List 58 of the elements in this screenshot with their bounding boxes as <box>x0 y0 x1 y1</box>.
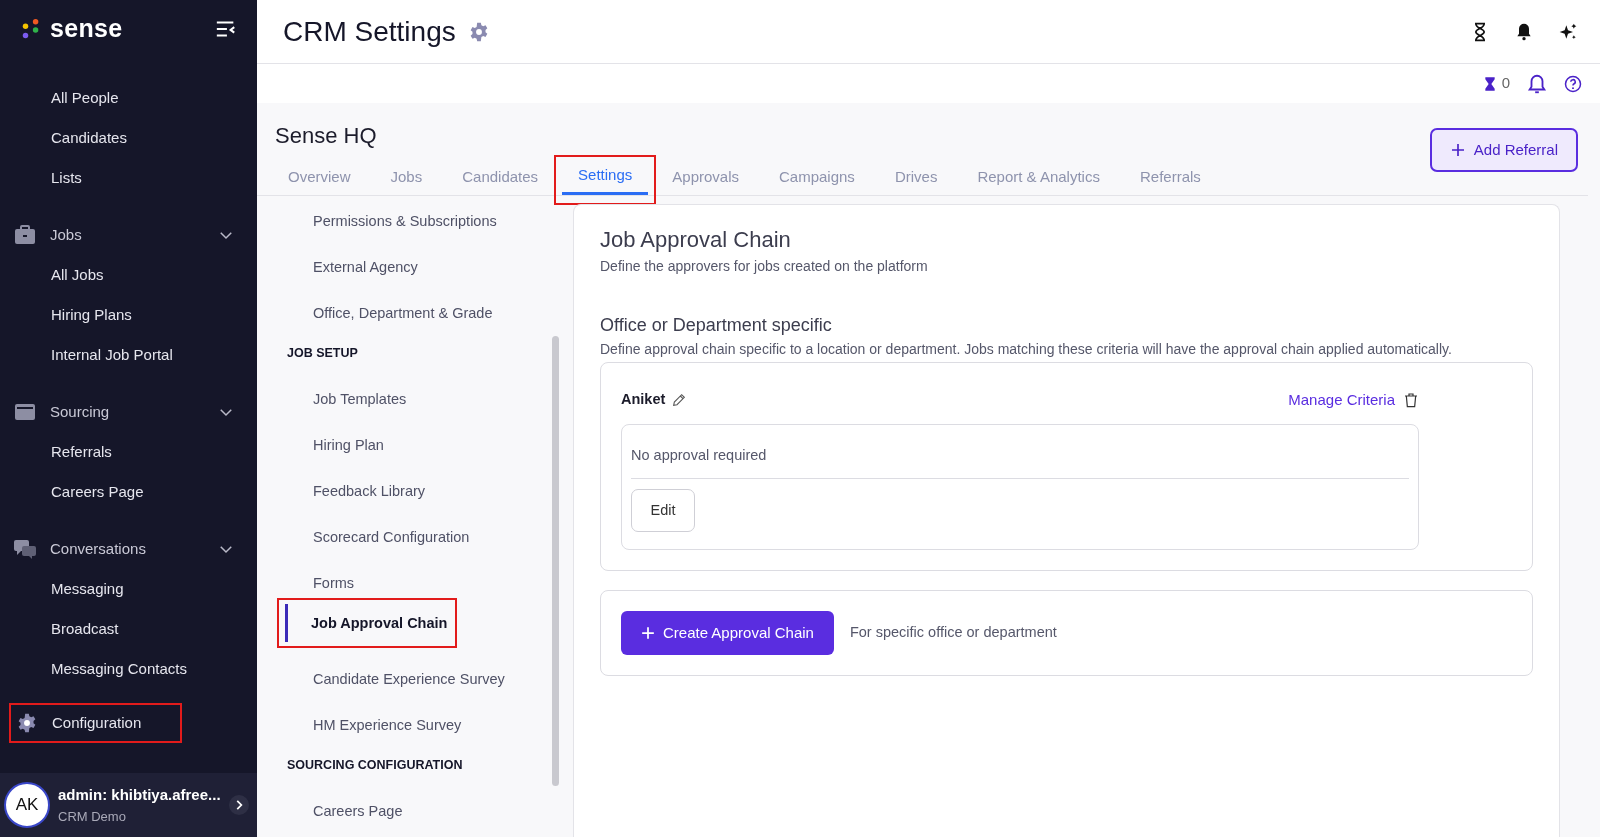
pending-count: 0 <box>1501 73 1510 94</box>
sidebar-group[interactable]: Jobs <box>0 215 257 255</box>
edit-button[interactable]: Edit <box>631 489 695 533</box>
settings-menu-item[interactable]: Candidate Experience Survey <box>287 656 505 702</box>
tab[interactable]: Settings <box>562 159 649 195</box>
gear-icon <box>16 712 38 734</box>
sidebar-item[interactable]: Messaging Contacts <box>0 649 257 689</box>
help-icon[interactable] <box>1564 74 1582 93</box>
settings-menu-item[interactable]: External Agency <box>287 244 418 290</box>
manage-criteria-link[interactable]: Manage Criteria <box>1288 389 1395 412</box>
trash-icon[interactable] <box>1403 392 1419 409</box>
section-title: Job Approval Chain <box>600 226 792 254</box>
brand-name: sense <box>50 13 123 45</box>
settings-menu-item[interactable]: Permissions & Subscriptions <box>287 198 497 244</box>
plus-icon <box>1449 142 1466 158</box>
sidebar-item[interactable]: Careers Page <box>0 472 257 512</box>
sidebar-group[interactable]: Sourcing <box>0 392 257 432</box>
settings-menu-item[interactable]: Job Templates <box>287 376 407 422</box>
add-referral-button[interactable]: Add Referral <box>1429 128 1578 172</box>
settings-menu-item[interactable]: HM Experience Survey <box>287 702 462 748</box>
sidebar-item[interactable]: Hiring Plans <box>0 295 257 335</box>
settings-menu-item[interactable]: Office, Department & Grade <box>287 290 493 336</box>
organization-name: CRM Demo <box>58 807 127 826</box>
settings-menu-item[interactable]: Hiring Plan <box>287 422 384 468</box>
settings-menu-item[interactable]: Careers Page <box>287 788 403 834</box>
sidebar-item[interactable]: Internal Job Portal <box>0 335 257 375</box>
sidebar-item[interactable]: Referrals <box>0 432 257 472</box>
section-heading: JOB SETUP <box>287 345 359 362</box>
section-description: Define the approvers for jobs created on the platform <box>600 257 929 276</box>
subsection-title: Office or Department specific <box>600 314 833 337</box>
workspace-title: Sense HQ <box>274 122 377 150</box>
plus-icon <box>641 626 655 641</box>
sidebar-item[interactable]: Messaging <box>0 569 257 609</box>
subsection-description: Define approval chain specific to a location or department. Jobs matching these criteria will have the approval chain applied automatically. <box>600 340 1453 359</box>
bell-icon[interactable] <box>1526 72 1548 95</box>
sidebar-item[interactable]: Configuration <box>9 703 182 743</box>
settings-menu-item[interactable]: Job Approval Chain <box>285 604 448 642</box>
approval-status: No approval required <box>631 444 1409 480</box>
sidebar-item[interactable]: Lists <box>0 158 257 198</box>
pencil-icon[interactable] <box>671 392 688 409</box>
chain-name: Aniket <box>621 390 666 410</box>
avatar[interactable]: AK <box>4 782 50 828</box>
sidebar-item[interactable]: All People <box>0 78 257 118</box>
settings-menu-item[interactable]: Forms <box>287 560 355 606</box>
user-name: admin: khibtiya.afree... <box>58 785 221 805</box>
chat-bubbles-icon <box>13 537 37 561</box>
briefcase-icon <box>13 223 37 247</box>
expand-button[interactable] <box>229 795 249 815</box>
settings-menu-item[interactable]: Scorecard Configuration <box>287 514 470 560</box>
sidebar-group[interactable]: Conversations <box>0 529 257 569</box>
section-heading: SOURCING CONFIGURATION <box>287 757 464 774</box>
settings-menu-item[interactable]: Feedback Library <box>287 468 426 514</box>
create-hint: For specific office or department <box>849 623 1057 643</box>
create-approval-chain-button[interactable]: Create Approval Chain <box>621 611 834 656</box>
sidebar-item[interactable]: Broadcast <box>0 609 257 649</box>
sidebar-item[interactable]: All Jobs <box>0 255 257 295</box>
page-title: CRM Settings <box>283 14 456 49</box>
sidebar-item[interactable]: Candidates <box>0 118 257 158</box>
